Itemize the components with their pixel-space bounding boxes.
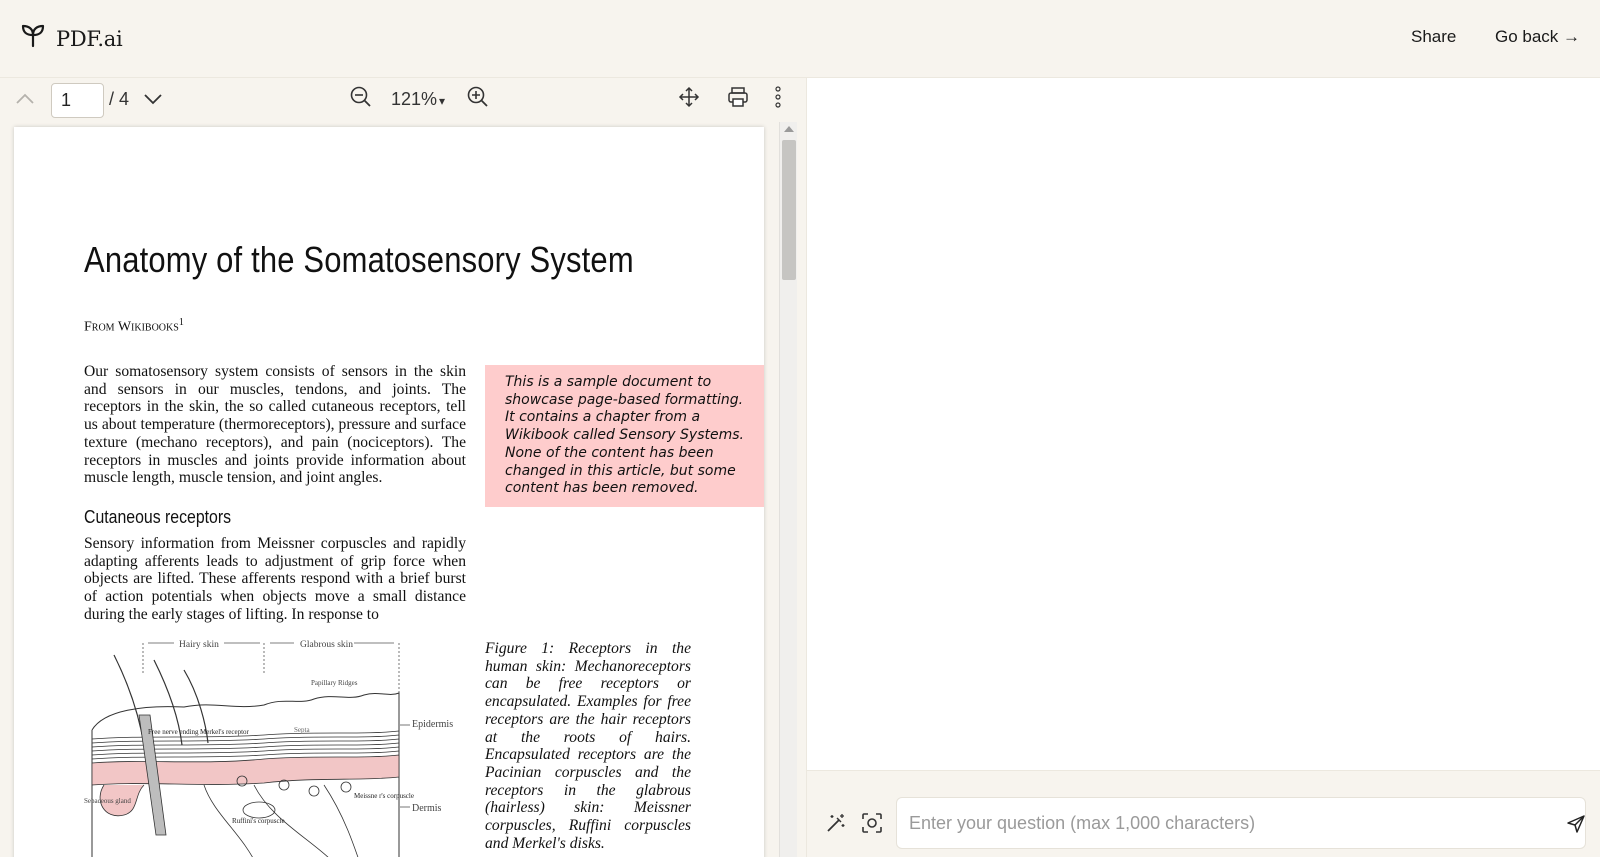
zoom-caret-icon: ▾: [439, 94, 446, 108]
footnote-mark: 1: [178, 317, 184, 328]
label-sebaceous-gland: Sebaceous gland: [84, 797, 131, 805]
figure-caption: Figure 1: Receptors in the human skin: M…: [485, 640, 691, 852]
pan-move-icon[interactable]: [677, 85, 701, 109]
zoom-select[interactable]: 121% ▾: [391, 89, 445, 110]
viewer-toolbar: / 4 121%▾: [0, 78, 798, 122]
previous-page-icon[interactable]: [14, 88, 36, 110]
zoom-out-icon[interactable]: [349, 85, 373, 109]
logo[interactable]: PDF.ai: [20, 24, 123, 53]
label-merkels-receptor: Merkel's receptor: [200, 728, 250, 736]
skin-receptors-figure: Hairy skin Glabrous skin Papillary Ridge…: [84, 635, 474, 857]
scrollbar-thumb[interactable]: [782, 140, 796, 280]
send-icon[interactable]: [1564, 812, 1588, 836]
label-ruffinis-corpuscle: Ruffini's corpuscle: [232, 817, 285, 825]
page-number-input[interactable]: [51, 83, 104, 118]
document-title: Anatomy of the Somatosensory System: [84, 239, 634, 280]
screenshot-capture-icon[interactable]: [860, 811, 884, 835]
next-page-icon[interactable]: [142, 88, 164, 110]
byline-text: From Wikibooks: [84, 319, 179, 335]
paragraph-intro: Our somatosensory system consists of sen…: [84, 363, 466, 487]
magic-wand-icon[interactable]: [824, 811, 848, 835]
share-button[interactable]: Share: [1411, 27, 1456, 47]
pdf-viewer: / 4 121%▾ Anatomy of the Somatosensory S…: [0, 78, 798, 857]
zoom-in-icon[interactable]: [466, 85, 490, 109]
label-dermis: Dermis: [412, 803, 442, 814]
label-papillary-ridges: Papillary Ridges: [311, 679, 358, 687]
label-glabrous-skin: Glabrous skin: [300, 640, 353, 650]
label-hairy-skin: Hairy skin: [179, 640, 219, 650]
app-header: PDF.ai Share Go back →: [0, 0, 1600, 78]
label-meissners-corpuscle: Meissne r's corpuscle: [354, 792, 414, 800]
scroll-up-arrow-icon[interactable]: [784, 126, 794, 132]
pdf-page: Anatomy of the Somatosensory System From…: [14, 127, 764, 857]
zoom-value: 121%: [391, 89, 438, 109]
more-options-icon[interactable]: [768, 85, 788, 109]
paragraph-cutaneous: Sensory information from Meissner corpus…: [84, 535, 466, 623]
go-back-button[interactable]: Go back →: [1495, 27, 1580, 47]
app-name: PDF.ai: [56, 26, 123, 51]
label-septa: Septa: [294, 726, 310, 734]
sprout-logo-icon: [20, 24, 46, 53]
label-epidermis: Epidermis: [412, 719, 453, 730]
document-area[interactable]: Anatomy of the Somatosensory System From…: [0, 122, 778, 857]
page-total: / 4: [109, 89, 130, 109]
document-byline: From Wikibooks1: [84, 317, 184, 336]
chat-panel: [806, 78, 1600, 857]
sample-note-box: This is a sample document to showcase pa…: [485, 365, 764, 507]
document-scrollbar[interactable]: [779, 122, 797, 857]
section-heading: Cutaneous receptors: [84, 507, 232, 527]
label-free-nerve-ending: Free nerve ending: [148, 728, 199, 736]
chat-input-bar: [807, 770, 1600, 857]
question-input[interactable]: [896, 797, 1586, 849]
print-icon[interactable]: [726, 85, 750, 109]
